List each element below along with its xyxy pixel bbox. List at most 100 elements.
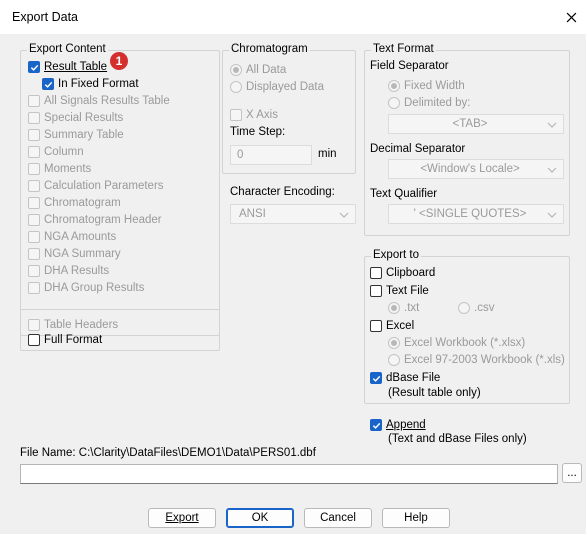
checkbox-icon [28,231,40,243]
chromatogram-header-checkbox[interactable]: Chromatogram Header [28,212,162,228]
character-encoding-select[interactable]: ANSI [230,204,356,224]
checkbox-icon [28,95,40,107]
x-axis-checkbox[interactable]: X Axis [230,107,278,123]
radio-selected-icon [388,302,400,314]
checkbox-icon [230,109,242,121]
table-headers-label: Table Headers [44,319,119,331]
clipboard-checkbox[interactable]: Clipboard [370,265,435,281]
radio-icon [458,302,470,314]
time-step-value: 0 [237,149,244,161]
ok-button[interactable]: OK [226,508,294,528]
checkbox-icon [28,112,40,124]
checkbox-checked-icon [28,61,40,73]
checkbox-checked-icon [370,419,382,431]
close-button[interactable] [556,0,586,34]
displayed-data-label: Displayed Data [246,81,324,93]
checkbox-checked-icon [370,372,382,384]
cancel-button[interactable]: Cancel [304,508,372,528]
csv-radio[interactable]: .csv [458,300,494,316]
summary-table-label: Summary Table [44,129,124,141]
fixed-width-radio[interactable]: Fixed Width [388,78,465,94]
excel-label: Excel [386,320,415,332]
chromatogram-header-label: Chromatogram Header [44,214,162,226]
time-step-label: Time Step: [230,126,286,138]
append-checkbox[interactable]: Append [370,417,426,433]
field-separator-label: Field Separator [370,60,449,72]
text-file-checkbox[interactable]: Text File [370,283,429,299]
moments-checkbox[interactable]: Moments [28,161,91,177]
export-content-legend: Export Content [27,43,108,55]
checkbox-icon [28,163,40,175]
special-results-label: Special Results [44,112,124,124]
all-data-radio[interactable]: All Data [230,62,286,78]
checkbox-icon [28,282,40,294]
checkbox-checked-icon [42,78,54,90]
result-table-label: Result Table [44,61,108,73]
chevron-down-icon [547,212,557,218]
dbase-file-label: dBase File [386,372,441,384]
all-signals-results-checkbox[interactable]: All Signals Results Table [28,93,170,109]
all-signals-label: All Signals Results Table [44,95,170,107]
chevron-down-icon [547,167,557,173]
full-format-checkbox[interactable]: Full Format [28,332,102,348]
callout-badge: 1 [110,52,128,70]
delimited-by-label: Delimited by: [404,97,471,109]
decimal-separator-select[interactable]: <Window's Locale> [388,159,564,179]
export-dialog: Export Content Result Table 1 In Fixed F… [0,34,586,534]
delimited-by-radio[interactable]: Delimited by: [388,95,470,111]
close-icon [566,12,576,22]
radio-selected-icon [230,64,242,76]
x-axis-label: X Axis [246,109,278,121]
checkbox-icon [28,334,40,346]
summary-table-checkbox[interactable]: Summary Table [28,127,124,143]
export-button[interactable]: Export [148,508,216,528]
table-headers-checkbox[interactable]: Table Headers [28,317,118,333]
calculation-parameters-label: Calculation Parameters [44,180,164,192]
radio-selected-icon [388,80,400,92]
cancel-label: Cancel [320,512,356,524]
text-qualifier-value: ' <SINGLE QUOTES> [413,208,527,220]
checkbox-icon [28,248,40,260]
help-button[interactable]: Help [382,508,450,528]
nga-summary-label: NGA Summary [44,248,121,260]
displayed-data-radio[interactable]: Displayed Data [230,79,324,95]
txt-label: .txt [404,302,420,314]
txt-radio[interactable]: .txt [388,300,419,316]
moments-label: Moments [44,163,92,175]
excel-xls-radio[interactable]: Excel 97-2003 Workbook (*.xls) [388,352,565,368]
nga-summary-checkbox[interactable]: NGA Summary [28,246,121,262]
checkbox-icon [370,320,382,332]
chromatogram-checkbox[interactable]: Chromatogram [28,195,121,211]
dha-group-results-checkbox[interactable]: DHA Group Results [28,280,144,296]
checkbox-icon [370,267,382,279]
special-results-checkbox[interactable]: Special Results [28,110,123,126]
browse-button[interactable]: ... [562,463,582,483]
chevron-down-icon [339,212,349,218]
text-qualifier-select[interactable]: ' <SINGLE QUOTES> [388,204,564,224]
decimal-separator-label: Decimal Separator [370,143,466,155]
calculation-parameters-checkbox[interactable]: Calculation Parameters [28,178,164,194]
excel-xlsx-radio[interactable]: Excel Workbook (*.xlsx) [388,335,525,351]
nga-amounts-label: NGA Amounts [44,231,117,243]
append-label: Append [386,419,426,431]
checkbox-icon [28,265,40,277]
checkbox-icon [28,146,40,158]
text-format-legend: Text Format [371,43,436,55]
checkbox-icon [28,197,40,209]
in-fixed-format-checkbox[interactable]: In Fixed Format [42,76,139,92]
export-label: Export [165,512,199,524]
dbase-file-checkbox[interactable]: dBase File [370,370,440,386]
file-name-input[interactable] [20,464,558,484]
excel-checkbox[interactable]: Excel [370,318,414,334]
time-step-input[interactable]: 0 [230,145,312,165]
excel-xlsx-label: Excel Workbook (*.xlsx) [404,337,526,349]
result-table-checkbox[interactable]: Result Table [28,59,107,75]
file-name-label: File Name: C:\Clarity\DataFiles\DEMO1\Da… [20,447,316,459]
column-checkbox[interactable]: Column [28,144,84,160]
dha-results-checkbox[interactable]: DHA Results [28,263,109,279]
ok-label: OK [251,512,269,524]
nga-amounts-checkbox[interactable]: NGA Amounts [28,229,116,245]
dbase-note: (Result table only) [388,387,481,399]
delimiter-select[interactable]: <TAB> [388,114,564,134]
checkbox-icon [28,319,40,331]
